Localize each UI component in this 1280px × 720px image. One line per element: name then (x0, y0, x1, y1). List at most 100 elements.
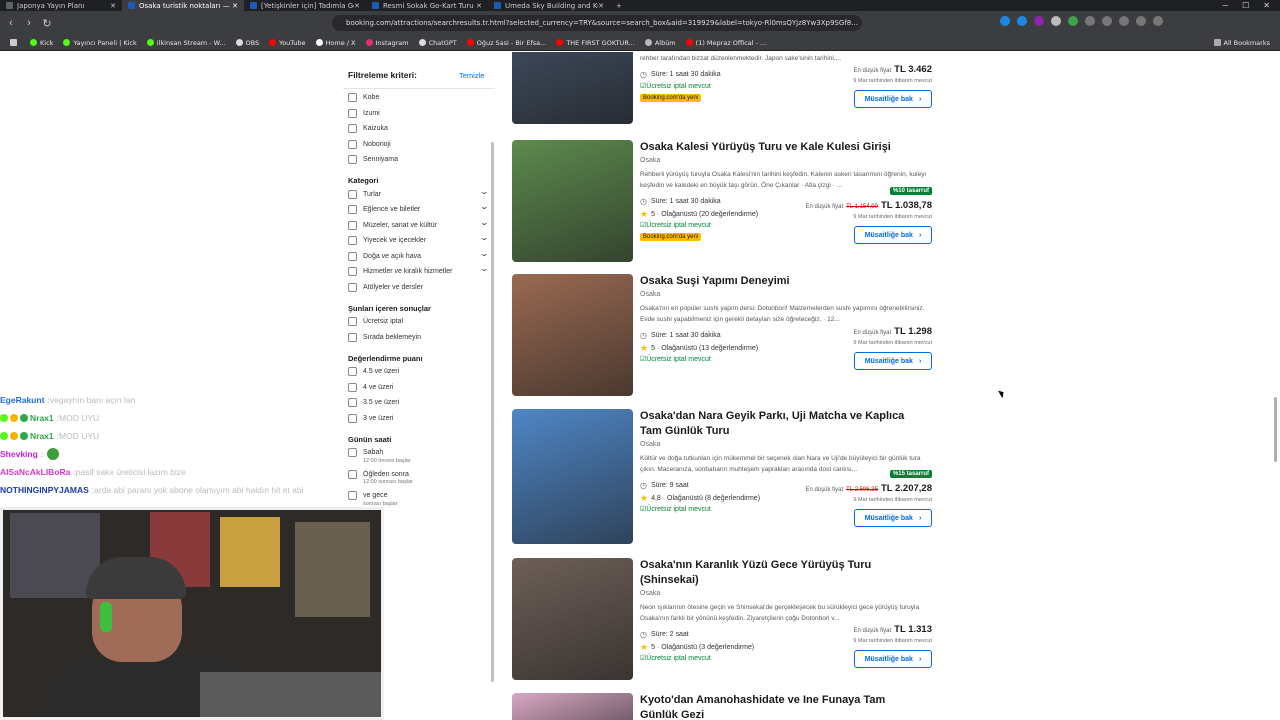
filter-district[interactable]: Kobe (348, 90, 488, 106)
forward-icon[interactable]: › (22, 17, 36, 29)
chevron-down-icon[interactable]: ⌄ (480, 218, 489, 227)
browser-tab[interactable]: Umeda Sky Building and Kuchu Telen✕ (488, 0, 610, 11)
result-card[interactable]: Bu oturum, Osaka'daki bir sake fabrikası… (512, 52, 934, 134)
filter-condition[interactable]: Sırada beklemeyin (348, 330, 488, 346)
filter-category[interactable]: Doğa ve açık hava ⌄ (348, 249, 489, 265)
minimize-icon[interactable]: ─ (1222, 1, 1228, 10)
chat-username[interactable]: NOTHINGINPYJAMAS (0, 481, 89, 499)
checkbox[interactable] (348, 332, 357, 342)
chevron-down-icon[interactable]: ⌄ (480, 202, 489, 211)
result-card[interactable]: Kyoto'dan Amanohashidate ve Ine Funaya T… (512, 693, 934, 720)
bookmark-item[interactable]: Oğuz Sasi - Bir Efsa... (466, 39, 546, 47)
extension-icon[interactable] (1034, 16, 1044, 26)
chevron-down-icon[interactable]: ⌄ (480, 249, 489, 258)
checkbox[interactable] (348, 93, 357, 103)
result-thumbnail[interactable] (512, 274, 633, 396)
checkbox[interactable] (348, 108, 357, 118)
browser-tab[interactable]: Japonya Yayın Planı ✕ (0, 0, 122, 11)
filter-rating[interactable]: 3.5 ve üzeri (348, 395, 488, 411)
checkbox[interactable] (348, 236, 357, 246)
result-thumbnail[interactable] (512, 409, 633, 544)
result-card[interactable]: Osaka'dan Nara Geyik Parkı, Uji Matcha v… (512, 409, 934, 554)
new-tab-button[interactable]: + (610, 0, 630, 11)
chevron-down-icon[interactable]: ⌄ (480, 264, 489, 273)
download-icon[interactable] (1119, 16, 1129, 26)
browser-tab[interactable]: [Yetişkinler için] Tadımla Gelenek✕ (244, 0, 366, 11)
checkbox[interactable] (348, 189, 357, 199)
checkbox[interactable] (348, 220, 357, 230)
chevron-down-icon[interactable]: ⌄ (480, 187, 489, 196)
clear-filters-link[interactable]: Temizle (459, 71, 484, 80)
checkbox[interactable] (348, 282, 357, 292)
filter-category[interactable]: Turlar ⌄ (348, 187, 489, 203)
bookmark-item[interactable]: Albüm (644, 39, 676, 47)
close-tab-icon[interactable]: ✕ (476, 2, 482, 10)
bookmark-item[interactable]: YouTube (269, 39, 306, 47)
chat-username[interactable]: Nrax1 (30, 427, 54, 445)
bookmark-item[interactable]: Yayıncı Paneli | Kick (63, 39, 137, 47)
close-tab-icon[interactable]: ✕ (232, 2, 238, 10)
filter-category[interactable]: Yiyecek ve içecekler ⌄ (348, 233, 489, 249)
page-scrollbar[interactable] (1273, 52, 1278, 720)
bookmark-item[interactable]: Home / X (315, 39, 356, 47)
back-icon[interactable]: ‹ (4, 17, 18, 29)
chevron-down-icon[interactable]: ⌄ (480, 233, 489, 242)
result-title[interactable]: Osaka Kalesi Yürüyüş Turu ve Kale Kulesi… (640, 140, 920, 155)
extension-icon[interactable] (1000, 16, 1010, 26)
checkbox[interactable] (348, 124, 357, 134)
filter-condition[interactable]: Ücretsiz iptal (348, 314, 488, 330)
checkbox[interactable] (348, 251, 357, 261)
chat-username[interactable]: AlSaNcAkLIBoRa (0, 463, 70, 481)
browser-tab[interactable]: Resmi Sokak Go-Kart Turu - Osaka M✕ (366, 0, 488, 11)
extension-icon[interactable] (1068, 16, 1078, 26)
check-availability-button[interactable]: Müsaitliğe bak › (854, 226, 932, 244)
check-availability-button[interactable]: Müsaitliğe bak › (854, 352, 932, 370)
filter-rating[interactable]: 4.5 ve üzeri (348, 364, 488, 380)
chat-username[interactable]: Shevking (0, 445, 38, 463)
result-thumbnail[interactable] (512, 558, 633, 680)
close-tab-icon[interactable]: ✕ (110, 2, 116, 10)
filter-district[interactable]: Noborioji (348, 137, 488, 153)
bookmark-item[interactable]: Kick (30, 39, 53, 47)
checkbox[interactable] (348, 317, 357, 327)
filter-category[interactable]: Atölyeler ve dersler (348, 280, 488, 296)
result-title[interactable]: Kyoto'dan Amanohashidate ve Ine Funaya T… (640, 693, 920, 720)
maximize-icon[interactable]: ☐ (1242, 1, 1249, 10)
close-window-icon[interactable]: ✕ (1263, 1, 1270, 10)
chat-username[interactable]: EgeRakunt (0, 391, 44, 409)
filter-district[interactable]: Izumi (348, 106, 488, 122)
filter-rating[interactable]: 4 ve üzeri (348, 380, 488, 396)
scrollbar-thumb[interactable] (1274, 397, 1277, 462)
check-availability-button[interactable]: Müsaitliğe bak › (854, 509, 932, 527)
checkbox[interactable] (348, 205, 357, 215)
filter-district[interactable]: Kaizuka (348, 121, 488, 137)
reload-icon[interactable]: ↻ (40, 17, 54, 30)
check-availability-button[interactable]: Müsaitliğe bak › (854, 90, 932, 108)
filter-category[interactable]: Eğlence ve biletler ⌄ (348, 202, 489, 218)
sidebar-scrollbar[interactable] (491, 142, 494, 682)
extension-icon[interactable] (1085, 16, 1095, 26)
result-card[interactable]: Osaka Suşi Yapımı Deneyimi Osaka Osaka'nın… (512, 274, 934, 406)
extension-icon[interactable] (1017, 16, 1027, 26)
result-title[interactable]: Osaka Suşi Yapımı Deneyimi (640, 274, 920, 289)
extension-icon[interactable] (1051, 16, 1061, 26)
close-tab-icon[interactable]: ✕ (354, 2, 360, 10)
apps-icon[interactable] (10, 39, 20, 46)
result-thumbnail[interactable] (512, 693, 633, 720)
bookmark-item[interactable]: (1) Mepraz Offical - ... (685, 39, 766, 47)
all-bookmarks[interactable]: All Bookmarks (1213, 39, 1270, 47)
result-thumbnail[interactable] (512, 52, 633, 124)
bookmark-item[interactable]: THE FIRST GOKTUR... (556, 39, 635, 47)
bookmark-item[interactable]: ChatGPT (418, 39, 457, 47)
filter-category[interactable]: Müzeler, sanat ve kültür ⌄ (348, 218, 489, 234)
profile-icon[interactable] (1153, 16, 1163, 26)
extension-icon[interactable] (1102, 16, 1112, 26)
check-availability-button[interactable]: Müsaitliğe bak › (854, 650, 932, 668)
checkbox[interactable] (348, 139, 357, 149)
result-title[interactable]: Osaka'nın Karanlık Yüzü Gece Yürüyüş Tur… (640, 558, 920, 588)
checkbox[interactable] (348, 155, 357, 165)
browser-tab[interactable]: Osaka turistik noktaları — Booki✕ (122, 0, 244, 11)
url-bar[interactable]: booking.com/attractions/searchresults.tr… (332, 15, 862, 31)
close-tab-icon[interactable]: ✕ (598, 2, 604, 10)
bookmark-item[interactable]: ilkinsan Stream - W... (146, 39, 226, 47)
